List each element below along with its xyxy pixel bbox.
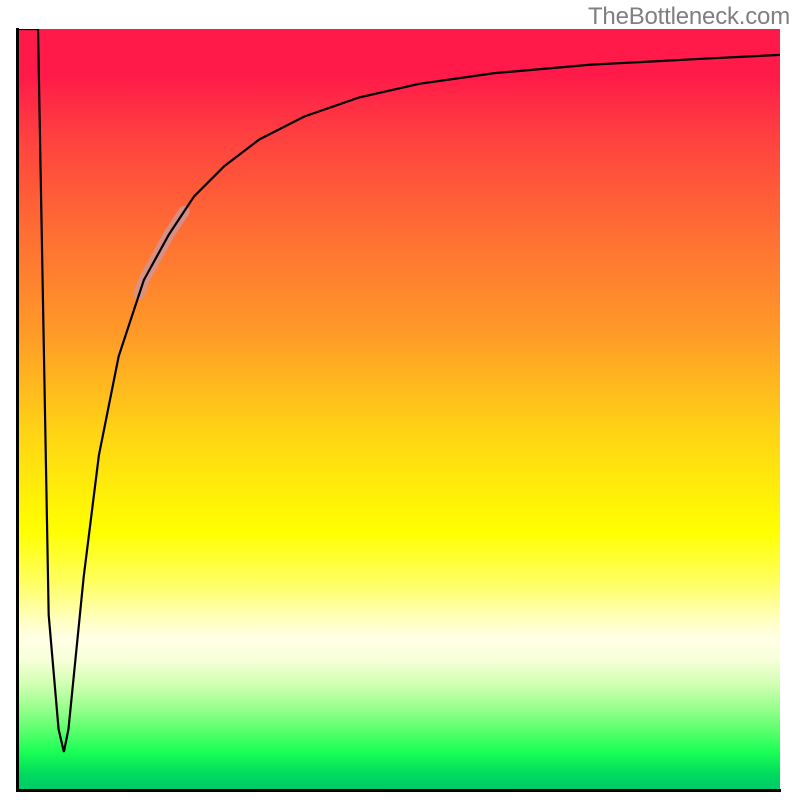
- chart-svg: [19, 29, 780, 790]
- y-axis: [16, 28, 19, 792]
- watermark-text: TheBottleneck.com: [588, 3, 790, 31]
- chart-stage: TheBottleneck.com: [0, 0, 800, 800]
- bottleneck-curve: [19, 29, 780, 752]
- x-axis: [17, 789, 781, 792]
- curve-highlight-segment: [139, 211, 184, 294]
